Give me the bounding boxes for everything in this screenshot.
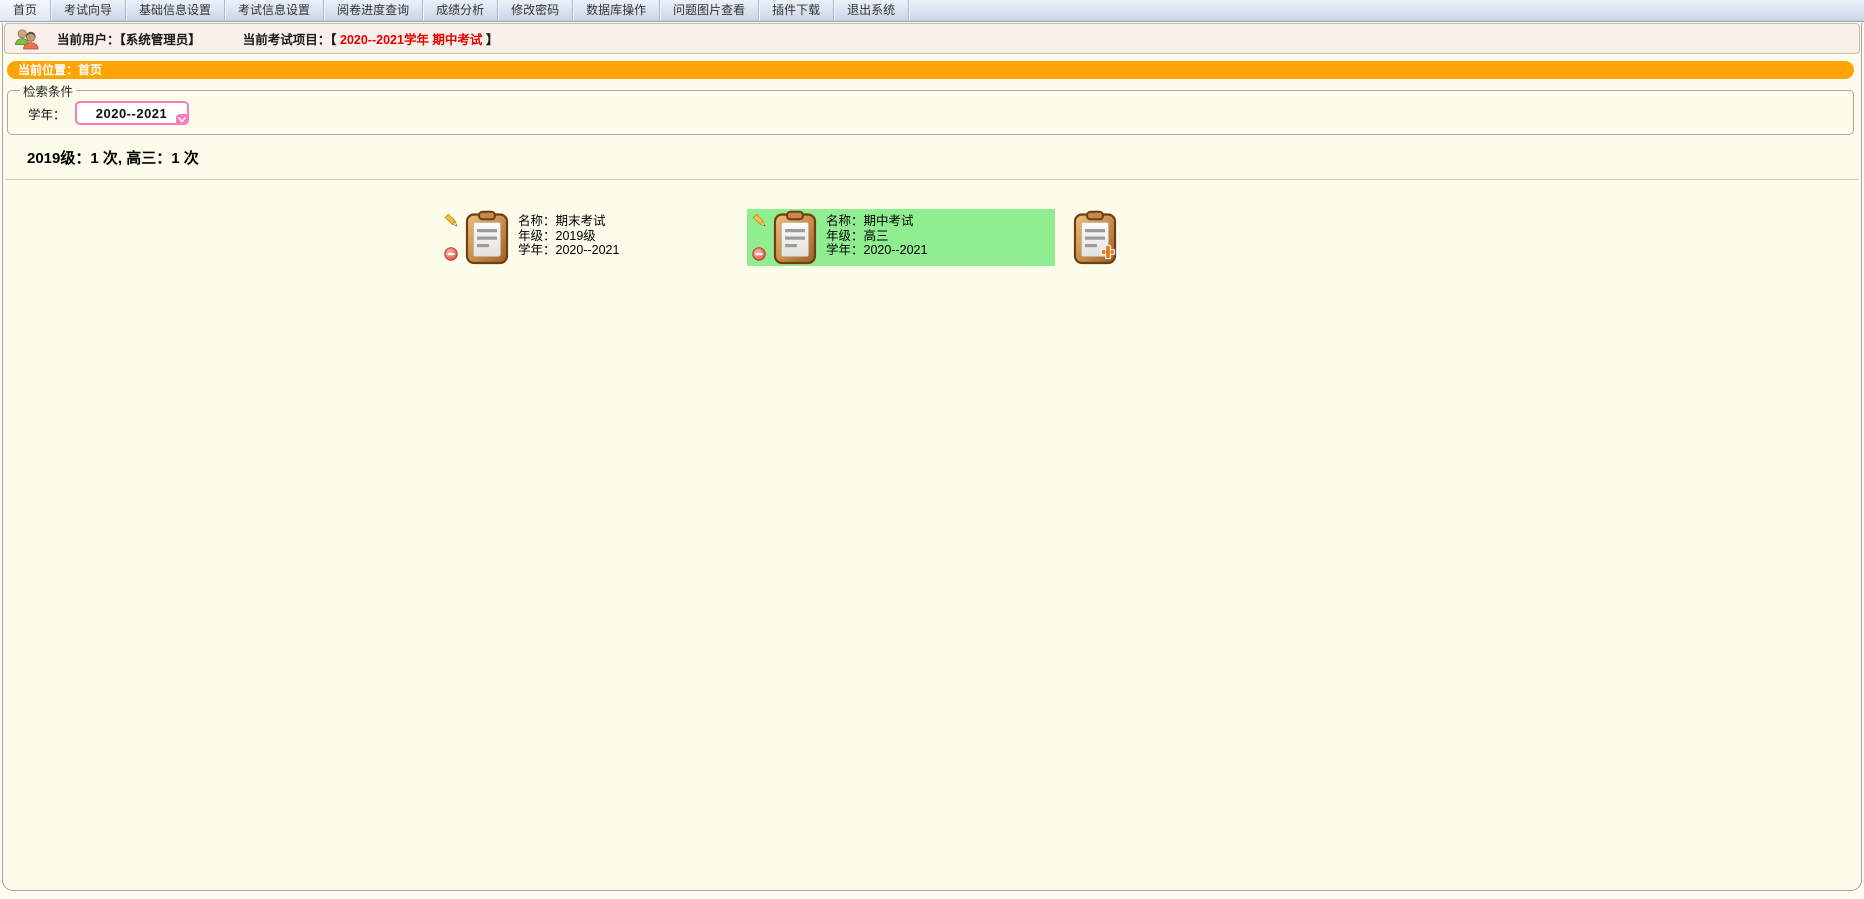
- menu-item-change-password[interactable]: 修改密码: [498, 0, 573, 21]
- user-status-bar: 当前用户：【系统管理员】 当前考试项目：【 2020--2021学年 期中考试 …: [4, 23, 1860, 54]
- exam-card-actions: [752, 210, 771, 265]
- exam-card-text: 名称：期中考试 年级：高三 学年：2020--2021: [826, 210, 927, 265]
- school-year-select[interactable]: 2020--2021: [75, 101, 189, 125]
- clipboard-icon[interactable]: [773, 210, 817, 265]
- exam-year-line: 学年：2020--2021: [518, 243, 619, 258]
- menu-item-logout[interactable]: 退出系统: [834, 0, 909, 21]
- exam-grade-line: 年级：2019级: [518, 229, 619, 244]
- users-icon: [14, 28, 40, 50]
- search-conditions-fieldset: 检索条件 学年： 2020--2021: [7, 81, 1854, 135]
- page-frame: 当前用户：【系统管理员】 当前考试项目：【 2020--2021学年 期中考试 …: [2, 23, 1862, 891]
- clipboard-plus-icon: [1073, 210, 1117, 265]
- menu-item-database-operations[interactable]: 数据库操作: [573, 0, 660, 21]
- menu-item-exam-wizard[interactable]: 考试向导: [51, 0, 126, 21]
- current-user-label: 当前用户：【系统管理员】: [57, 29, 201, 48]
- search-conditions-legend: 检索条件: [20, 81, 76, 100]
- exam-name-line: 名称：期中考试: [826, 214, 927, 229]
- menu-item-problem-image-view[interactable]: 问题图片查看: [660, 0, 759, 21]
- exam-name-line: 名称：期末考试: [518, 214, 619, 229]
- exam-card[interactable]: 名称：期末考试 年级：2019级 学年：2020--2021: [439, 209, 747, 266]
- menu-item-plugin-download[interactable]: 插件下载: [759, 0, 834, 21]
- current-project-prefix: 当前考试项目：【: [243, 33, 340, 47]
- pencil-icon[interactable]: [444, 213, 460, 229]
- exam-count-summary: 2019级：1 次, 高三：1 次: [27, 147, 1861, 168]
- menu-item-exam-info-settings[interactable]: 考试信息设置: [225, 0, 324, 21]
- school-year-value: 2020--2021: [96, 106, 168, 121]
- exam-grade-line: 年级：高三: [826, 229, 927, 244]
- clipboard-icon[interactable]: [465, 210, 509, 265]
- main-menu-bar: 首页 考试向导 基础信息设置 考试信息设置 阅卷进度查询 成绩分析 修改密码 数…: [0, 0, 1864, 22]
- exam-card-actions: [444, 210, 463, 265]
- menu-item-basic-info-settings[interactable]: 基础信息设置: [126, 0, 225, 21]
- breadcrumb-bar: 当前位置：首页: [7, 61, 1854, 79]
- pencil-icon[interactable]: [752, 213, 768, 229]
- add-exam-button[interactable]: [1065, 209, 1123, 269]
- current-project-suffix: 】: [482, 33, 498, 47]
- minus-circle-icon[interactable]: [752, 247, 766, 261]
- menu-item-score-analysis[interactable]: 成绩分析: [423, 0, 498, 21]
- menu-item-marking-progress[interactable]: 阅卷进度查询: [324, 0, 423, 21]
- content-divider: [5, 179, 1859, 180]
- chevron-down-icon[interactable]: [176, 114, 188, 125]
- exam-card-text: 名称：期末考试 年级：2019级 学年：2020--2021: [518, 210, 619, 265]
- exam-year-line: 学年：2020--2021: [826, 243, 927, 258]
- school-year-label: 学年：: [28, 104, 66, 123]
- current-project-label: 当前考试项目：【 2020--2021学年 期中考试 】: [243, 29, 499, 48]
- exam-cards-row: 名称：期末考试 年级：2019级 学年：2020--2021: [439, 209, 1861, 269]
- current-project-value: 2020--2021学年 期中考试: [340, 33, 482, 47]
- minus-circle-icon[interactable]: [444, 247, 458, 261]
- exam-card-selected[interactable]: 名称：期中考试 年级：高三 学年：2020--2021: [747, 209, 1055, 266]
- menu-item-home[interactable]: 首页: [0, 0, 51, 21]
